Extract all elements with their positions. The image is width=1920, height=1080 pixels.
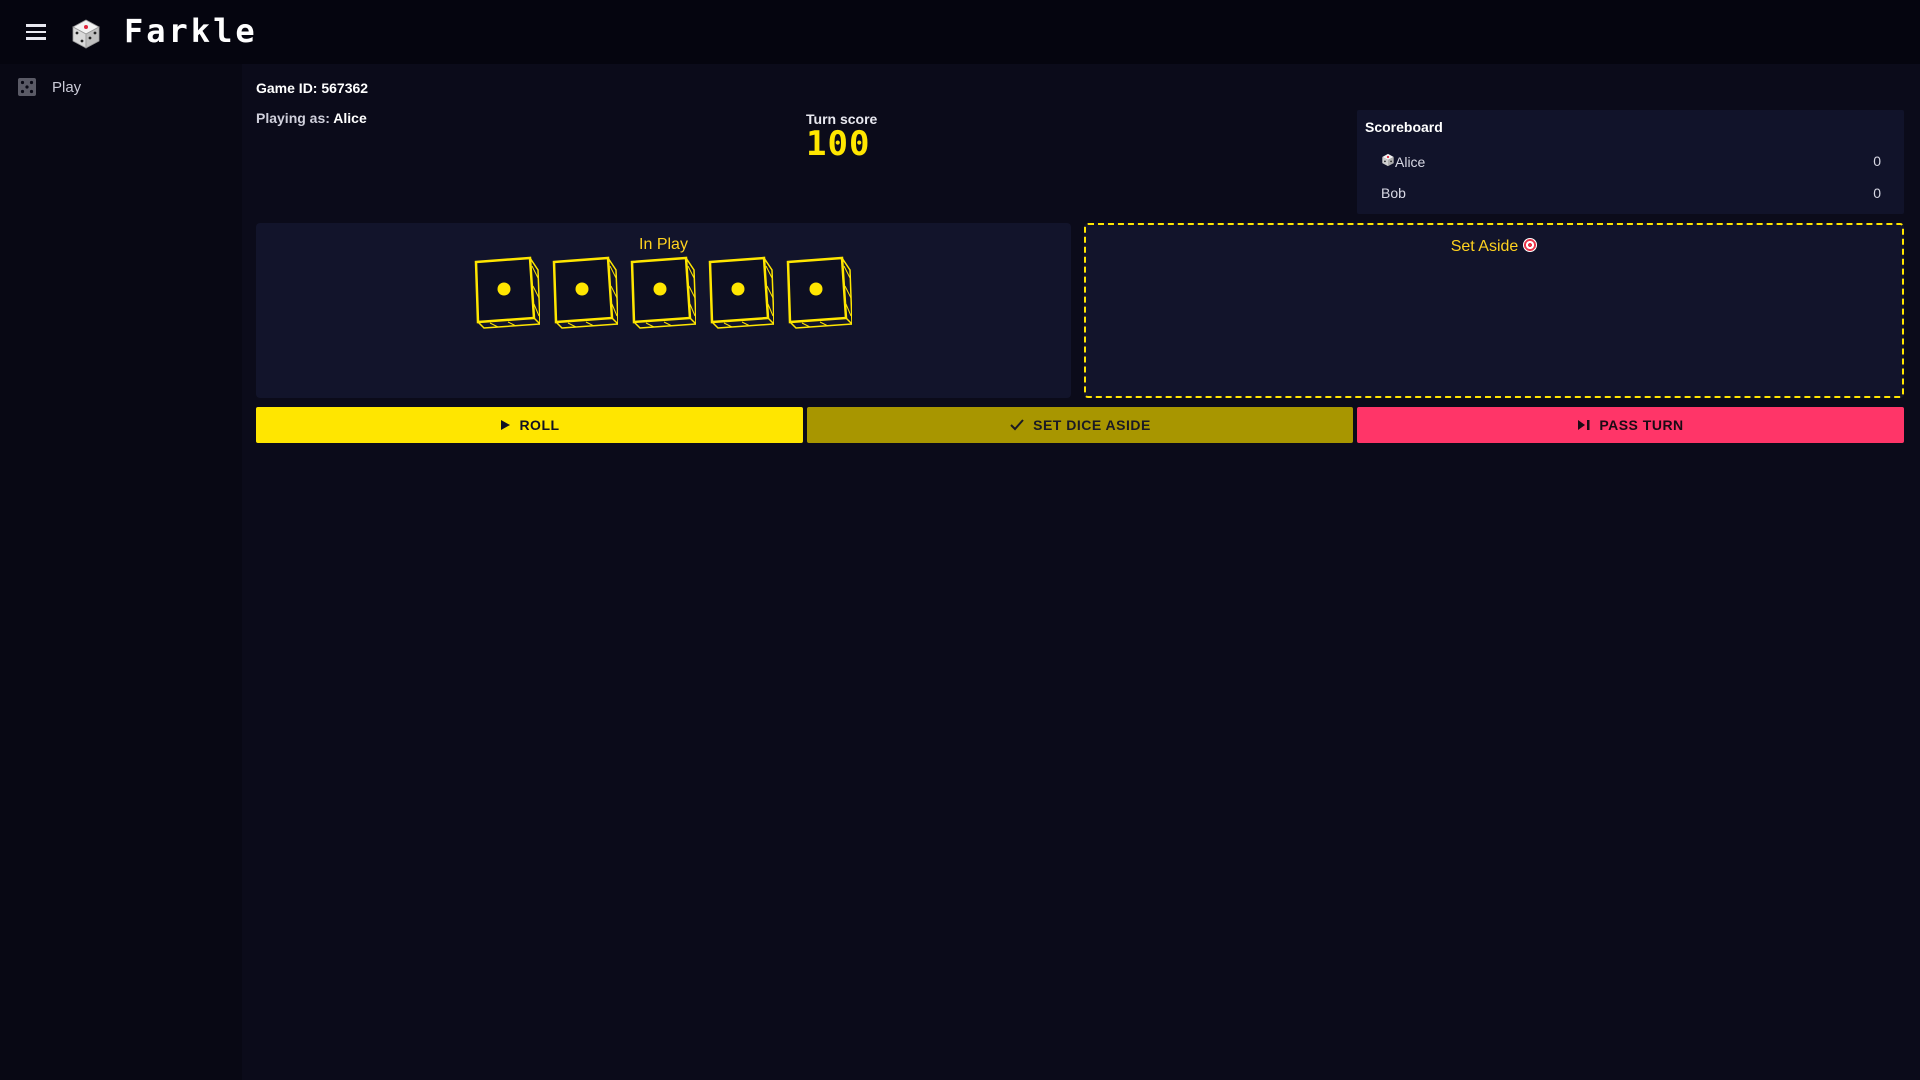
turn-score-value: 100 (806, 124, 871, 164)
app-title: Farkle (124, 12, 258, 50)
in-play-dice (468, 256, 853, 332)
player-score: 0 (1873, 153, 1881, 169)
player-score: 0 (1873, 185, 1881, 201)
game-id: Game ID: 567362 (256, 80, 369, 96)
playing-as: Playing as: Alice (256, 110, 367, 126)
set-dice-aside-button[interactable]: SET DICE ASIDE (807, 407, 1353, 443)
die-3[interactable] (624, 256, 697, 332)
check-icon (1009, 418, 1025, 432)
player-name: Alice (1381, 153, 1425, 170)
scoreboard: Scoreboard Alice 0 Bob 0 (1357, 110, 1904, 214)
pass-turn-button[interactable]: PASS TURN (1357, 407, 1904, 443)
target-icon (1523, 238, 1538, 252)
logo-die-icon (70, 18, 102, 55)
set-aside-panel[interactable]: Set Aside (1084, 223, 1904, 398)
set-aside-title: Set Aside (1086, 238, 1902, 256)
die-4[interactable] (702, 256, 775, 332)
die-5[interactable] (780, 256, 853, 332)
sidebar: Play (0, 64, 242, 1080)
player-name: Bob (1381, 185, 1406, 201)
in-play-title: In Play (639, 236, 688, 253)
dice-icon (18, 78, 36, 101)
top-app-bar: Farkle (0, 0, 1920, 64)
skip-next-icon (1577, 419, 1591, 431)
scoreboard-row: Alice 0 (1381, 149, 1881, 173)
play-icon (499, 419, 511, 431)
roll-button[interactable]: ROLL (256, 407, 803, 443)
playing-as-prefix: Playing as: (256, 110, 334, 126)
menu-icon[interactable] (22, 20, 50, 44)
scoreboard-row: Bob 0 (1381, 181, 1881, 205)
die-2[interactable] (546, 256, 619, 332)
sidebar-item-play[interactable]: Play (0, 68, 242, 108)
sidebar-item-label: Play (52, 79, 82, 96)
playing-as-name: Alice (333, 110, 367, 126)
scoreboard-title: Scoreboard (1365, 119, 1443, 135)
die-1[interactable] (468, 256, 541, 332)
in-play-panel: In Play (256, 223, 1071, 398)
die-icon (1381, 153, 1395, 170)
